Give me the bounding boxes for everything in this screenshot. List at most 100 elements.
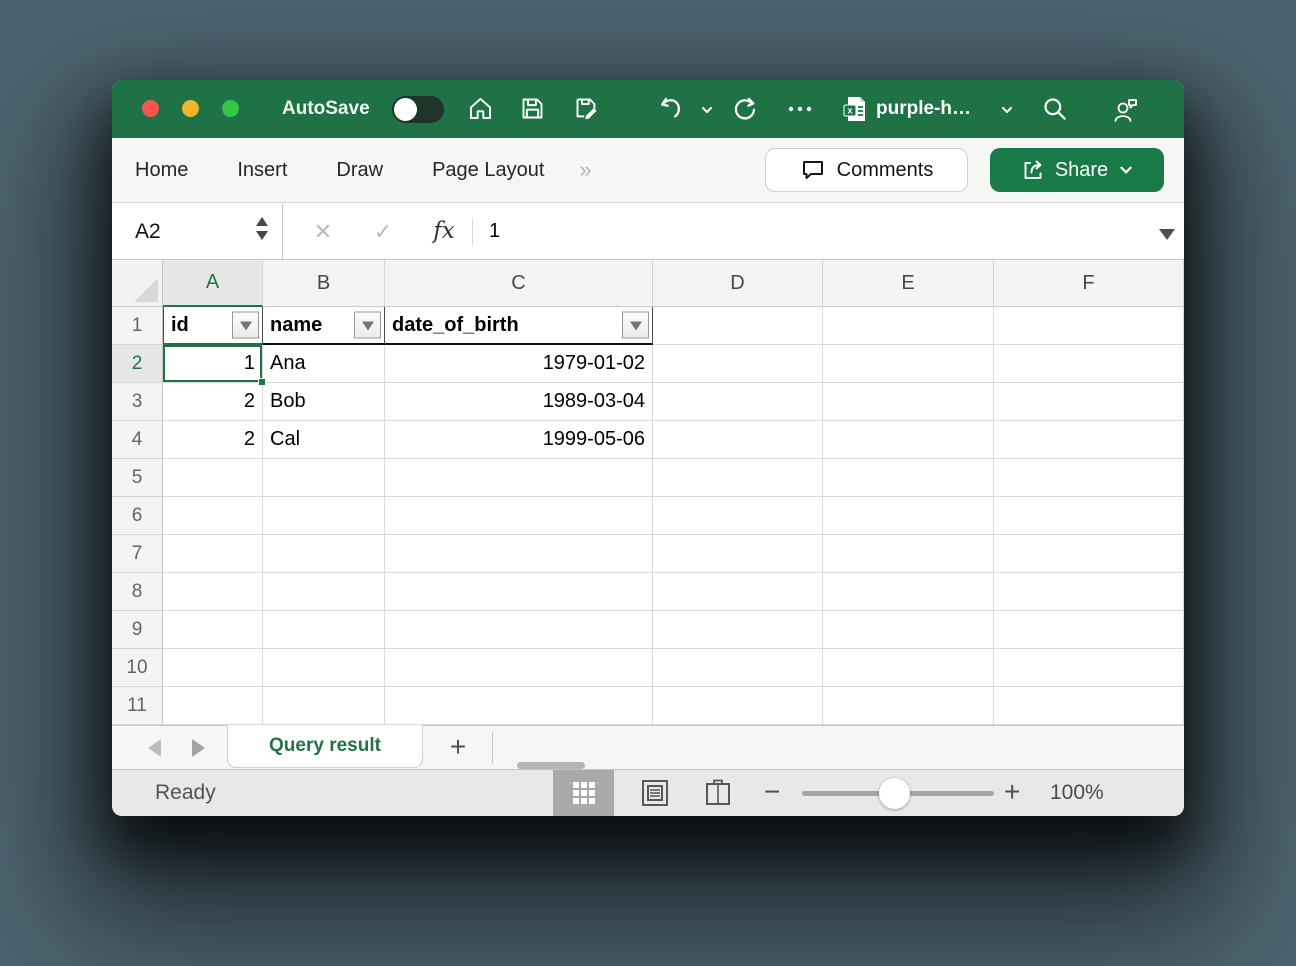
row-header-6[interactable]: 6: [112, 497, 163, 535]
fill-handle[interactable]: [258, 378, 266, 386]
cell-E6[interactable]: [823, 497, 994, 535]
column-header-C[interactable]: C: [385, 260, 653, 307]
cell-A4[interactable]: 2: [163, 421, 263, 459]
cell-B11[interactable]: [263, 687, 385, 725]
zoom-slider-thumb[interactable]: [879, 778, 910, 809]
next-sheet-icon[interactable]: [192, 739, 205, 757]
zoom-window-button[interactable]: [222, 100, 239, 117]
more-commands-icon[interactable]: [786, 99, 814, 119]
cell-E3[interactable]: [823, 383, 994, 421]
cell-A6[interactable]: [163, 497, 263, 535]
column-header-F[interactable]: F: [994, 260, 1184, 307]
previous-sheet-icon[interactable]: [148, 739, 161, 757]
tab-page-layout[interactable]: Page Layout: [432, 159, 544, 182]
cell-B9[interactable]: [263, 611, 385, 649]
row-header-10[interactable]: 10: [112, 649, 163, 687]
cell-E9[interactable]: [823, 611, 994, 649]
home-icon[interactable]: [467, 95, 494, 122]
tab-home[interactable]: Home: [135, 159, 188, 182]
cell-D2[interactable]: [653, 345, 823, 383]
share-button[interactable]: Share: [990, 148, 1164, 192]
confirm-entry-icon[interactable]: ✓: [370, 203, 396, 260]
undo-icon[interactable]: [657, 95, 684, 122]
cell-C11[interactable]: [385, 687, 653, 725]
cell-A11[interactable]: [163, 687, 263, 725]
contacts-icon[interactable]: [1111, 95, 1141, 125]
page-break-preview-button[interactable]: [698, 770, 738, 816]
zoom-out-button[interactable]: −: [764, 770, 780, 816]
cell-F7[interactable]: [994, 535, 1184, 573]
column-header-A[interactable]: A: [163, 260, 263, 307]
column-header-D[interactable]: D: [653, 260, 823, 307]
add-sheet-button[interactable]: +: [443, 726, 473, 769]
autosave-toggle[interactable]: [392, 96, 444, 123]
cancel-entry-icon[interactable]: ✕: [310, 203, 336, 260]
cell-D8[interactable]: [653, 573, 823, 611]
filter-button-id[interactable]: [232, 312, 259, 339]
cell-C1[interactable]: date_of_birth: [385, 307, 653, 345]
cell-D11[interactable]: [653, 687, 823, 725]
cell-D10[interactable]: [653, 649, 823, 687]
cell-C9[interactable]: [385, 611, 653, 649]
cell-E11[interactable]: [823, 687, 994, 725]
cell-F3[interactable]: [994, 383, 1184, 421]
cell-D1[interactable]: [653, 307, 823, 345]
cell-E1[interactable]: [823, 307, 994, 345]
cell-B5[interactable]: [263, 459, 385, 497]
cell-B3[interactable]: Bob: [263, 383, 385, 421]
name-box-spinner[interactable]: [256, 217, 268, 240]
cell-F11[interactable]: [994, 687, 1184, 725]
cell-F9[interactable]: [994, 611, 1184, 649]
more-tabs-chevron-icon[interactable]: »: [579, 157, 589, 183]
cell-B10[interactable]: [263, 649, 385, 687]
cell-D3[interactable]: [653, 383, 823, 421]
row-header-3[interactable]: 3: [112, 383, 163, 421]
minimize-window-button[interactable]: [182, 100, 199, 117]
cell-A9[interactable]: [163, 611, 263, 649]
filter-button-name[interactable]: [354, 312, 381, 339]
select-all-corner[interactable]: [112, 260, 163, 307]
normal-view-button[interactable]: [553, 770, 614, 816]
row-header-8[interactable]: 8: [112, 573, 163, 611]
row-header-11[interactable]: 11: [112, 687, 163, 725]
cell-A3[interactable]: 2: [163, 383, 263, 421]
spinner-up-icon[interactable]: [256, 217, 268, 226]
cell-C8[interactable]: [385, 573, 653, 611]
filter-button-date_of_birth[interactable]: [622, 312, 649, 339]
cell-D9[interactable]: [653, 611, 823, 649]
cell-B6[interactable]: [263, 497, 385, 535]
cell-B1[interactable]: name: [263, 307, 385, 345]
cell-B4[interactable]: Cal: [263, 421, 385, 459]
cell-A7[interactable]: [163, 535, 263, 573]
row-header-2[interactable]: 2: [112, 345, 163, 383]
cell-E2[interactable]: [823, 345, 994, 383]
expand-formula-bar-icon[interactable]: [1159, 229, 1175, 240]
name-box[interactable]: A2: [112, 203, 283, 259]
comments-button[interactable]: Comments: [765, 148, 968, 192]
formula-input[interactable]: 1: [489, 203, 500, 260]
cell-C3[interactable]: 1989-03-04: [385, 383, 653, 421]
cell-F1[interactable]: [994, 307, 1184, 345]
cell-A8[interactable]: [163, 573, 263, 611]
row-header-7[interactable]: 7: [112, 535, 163, 573]
insert-function-icon[interactable]: fx: [428, 203, 460, 260]
row-header-1[interactable]: 1: [112, 307, 163, 345]
cell-E5[interactable]: [823, 459, 994, 497]
cell-B2[interactable]: Ana: [263, 345, 385, 383]
spinner-down-icon[interactable]: [256, 231, 268, 240]
row-header-9[interactable]: 9: [112, 611, 163, 649]
cell-A2[interactable]: 1: [163, 345, 263, 383]
cell-F10[interactable]: [994, 649, 1184, 687]
save-as-icon[interactable]: [573, 95, 600, 122]
cell-A10[interactable]: [163, 649, 263, 687]
cell-B8[interactable]: [263, 573, 385, 611]
cell-F8[interactable]: [994, 573, 1184, 611]
cell-D6[interactable]: [653, 497, 823, 535]
undo-options-chevron-icon[interactable]: [700, 103, 714, 117]
cell-C7[interactable]: [385, 535, 653, 573]
cell-A1[interactable]: id: [163, 307, 263, 345]
zoom-level[interactable]: 100%: [1050, 770, 1104, 816]
tab-insert[interactable]: Insert: [237, 159, 287, 182]
cell-C4[interactable]: 1999-05-06: [385, 421, 653, 459]
zoom-in-button[interactable]: +: [1004, 770, 1020, 816]
